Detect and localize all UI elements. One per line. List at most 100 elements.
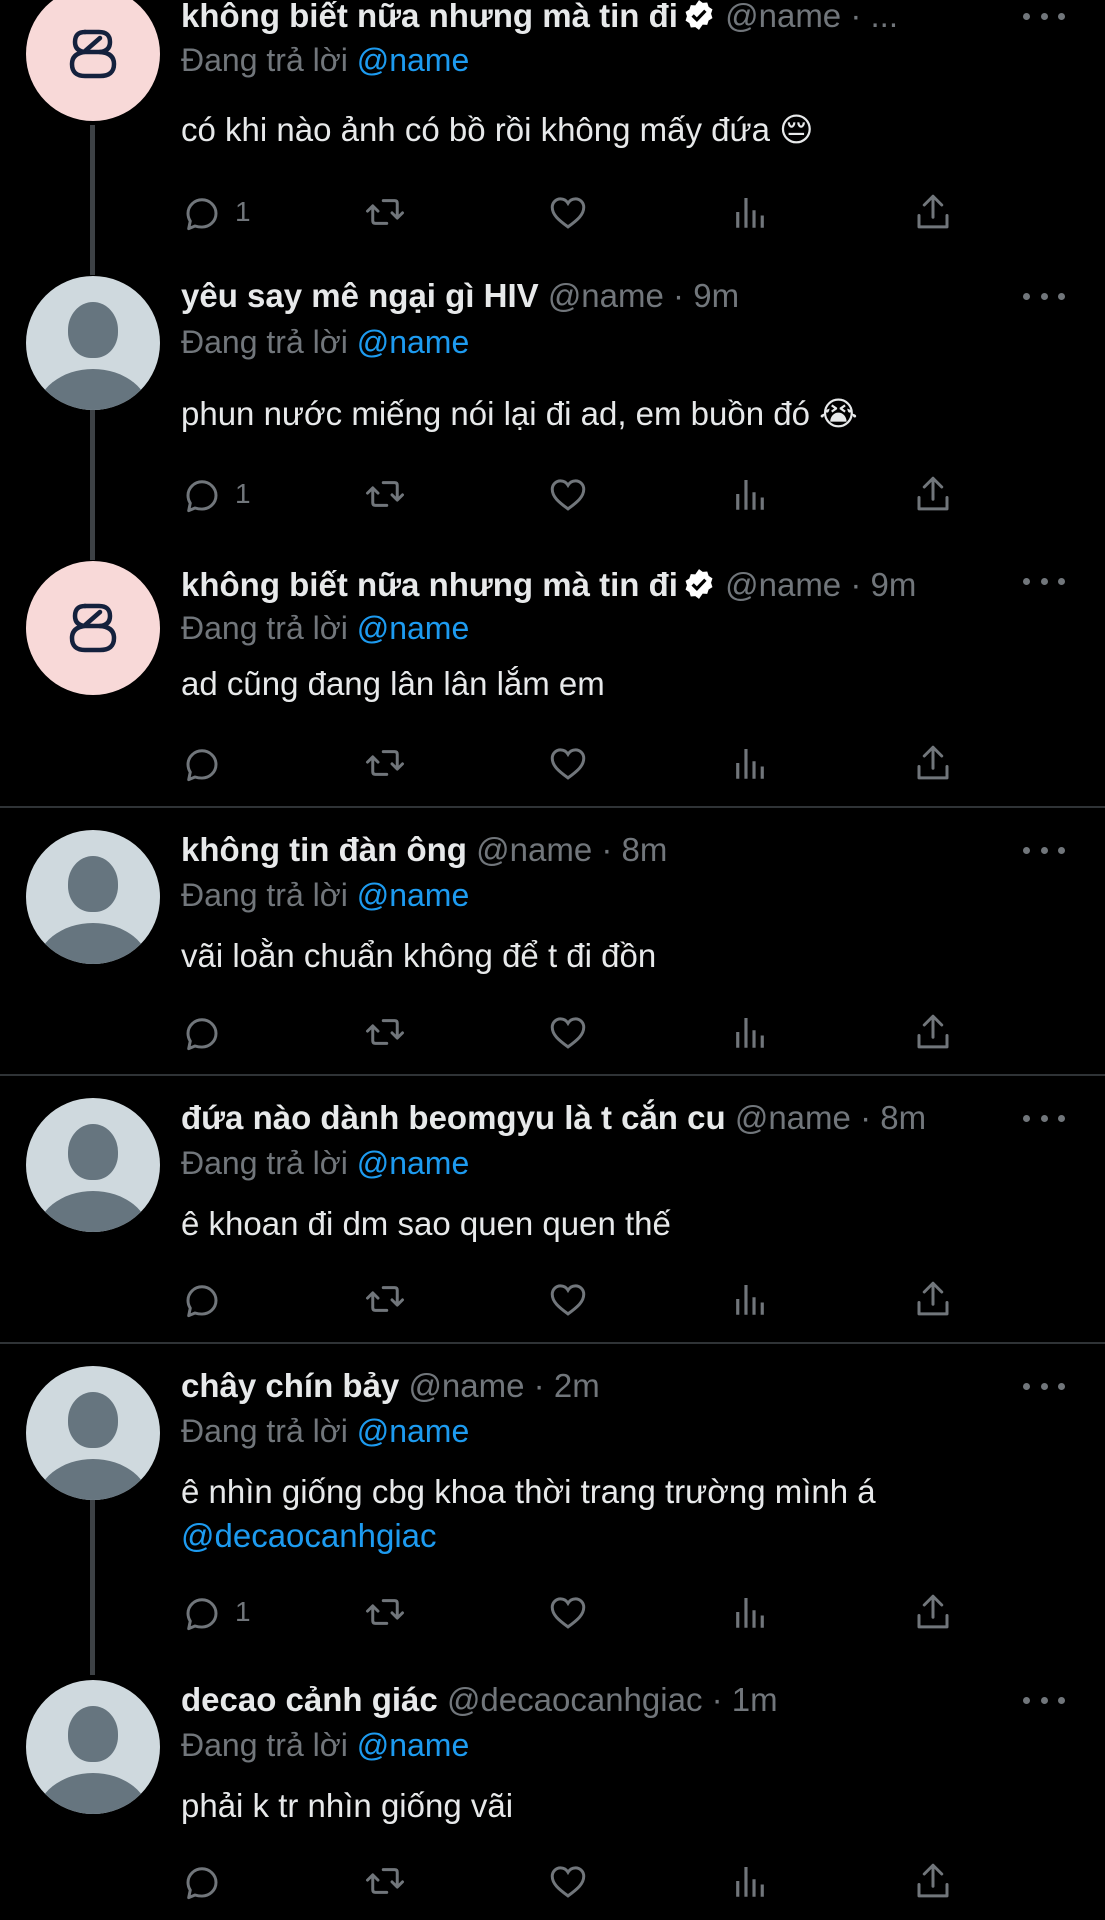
views-button[interactable]: [729, 187, 771, 237]
retweet-button[interactable]: [364, 1274, 406, 1324]
avatar[interactable]: [26, 1366, 160, 1500]
like-button[interactable]: [547, 738, 589, 788]
replying-to-mention[interactable]: @name: [357, 610, 470, 646]
heart-icon: [550, 1866, 586, 1898]
text-mention-link[interactable]: @decaocanhgiac: [181, 1517, 437, 1554]
views-button[interactable]: [729, 738, 771, 788]
reply-button[interactable]: [181, 738, 235, 788]
tweet-header: decao cảnh giác @decaocanhgiac · 1m: [181, 1680, 1105, 1720]
tweet-text: ad cũng đang lân lân lắm em: [181, 665, 605, 702]
thread-connector: [90, 410, 95, 560]
more-options-icon[interactable]: [1023, 0, 1065, 36]
avatar[interactable]: [26, 1680, 160, 1814]
share-button[interactable]: [912, 469, 954, 519]
replying-label: Đang trả lời: [181, 324, 348, 360]
avatar[interactable]: [26, 0, 160, 121]
reply-button[interactable]: [181, 1274, 235, 1324]
like-button[interactable]: [547, 1274, 589, 1324]
views-button[interactable]: [729, 1274, 771, 1324]
separator: ·: [850, 566, 862, 603]
more-options-icon[interactable]: [1023, 1366, 1065, 1406]
views-button[interactable]: [729, 1007, 771, 1057]
reply-button[interactable]: [181, 1007, 235, 1057]
reply-icon: [186, 1867, 218, 1900]
share-icon: [917, 1863, 949, 1898]
display-name[interactable]: không biết nữa nhưng mà tin đi: [181, 0, 678, 34]
timestamp[interactable]: 8m: [880, 1099, 926, 1136]
retweet-button[interactable]: [364, 1856, 406, 1906]
display-name[interactable]: không biết nữa nhưng mà tin đi: [181, 566, 678, 603]
action-bar: [181, 1856, 981, 1906]
separator: ·: [711, 1681, 723, 1718]
tweet-text: có khi nào ảnh có bồ rồi không mấy đứa 😔: [181, 111, 814, 148]
like-button[interactable]: [547, 469, 589, 519]
retweet-button[interactable]: [364, 738, 406, 788]
retweet-button[interactable]: [364, 469, 406, 519]
reply-button[interactable]: 1: [181, 187, 251, 237]
handle[interactable]: @name: [408, 1367, 524, 1404]
timestamp[interactable]: 9m: [693, 277, 739, 314]
share-button[interactable]: [912, 1274, 954, 1324]
like-button[interactable]: [547, 1856, 589, 1906]
timestamp[interactable]: 1m: [732, 1681, 778, 1718]
handle[interactable]: @name: [735, 1099, 851, 1136]
like-button[interactable]: [547, 1007, 589, 1057]
more-options-icon[interactable]: [1023, 1680, 1065, 1720]
timestamp[interactable]: ...: [871, 0, 899, 34]
share-icon: [917, 1281, 949, 1316]
timestamp[interactable]: 9m: [871, 566, 917, 603]
avatar[interactable]: [26, 1098, 160, 1232]
views-button[interactable]: [729, 469, 771, 519]
handle[interactable]: @name: [725, 0, 841, 34]
share-button[interactable]: [912, 1007, 954, 1057]
views-button[interactable]: [729, 1856, 771, 1906]
display-name[interactable]: yêu say mê ngại gì HIV: [181, 277, 539, 314]
share-button[interactable]: [912, 1587, 954, 1637]
like-button[interactable]: [547, 1587, 589, 1637]
reply-button[interactable]: [181, 1856, 235, 1906]
like-button[interactable]: [547, 187, 589, 237]
timestamp[interactable]: 8m: [622, 831, 668, 868]
reply-button[interactable]: 1: [181, 1587, 251, 1637]
views-button[interactable]: [729, 1587, 771, 1637]
handle[interactable]: @name: [548, 277, 664, 314]
more-options-icon[interactable]: [1023, 561, 1065, 601]
handle[interactable]: @name: [725, 566, 841, 603]
avatar[interactable]: [26, 276, 160, 410]
retweet-button[interactable]: [364, 187, 406, 237]
replying-to-mention[interactable]: @name: [357, 1413, 470, 1449]
more-options-icon[interactable]: [1023, 830, 1065, 870]
handle[interactable]: @decaocanhgiac: [447, 1681, 703, 1718]
brand-logo-icon: [69, 29, 117, 79]
replying-to-mention[interactable]: @name: [357, 42, 470, 78]
handle[interactable]: @name: [476, 831, 592, 868]
tweet-text-body: ê nhìn giống cbg khoa thời trang trường …: [181, 1473, 876, 1510]
reply-thread-feed: không biết nữa nhưng mà tin đi @name · .…: [0, 0, 1105, 1920]
share-button[interactable]: [912, 1856, 954, 1906]
replying-to-mention[interactable]: @name: [357, 1727, 470, 1763]
avatar[interactable]: [26, 830, 160, 964]
retweet-button[interactable]: [364, 1587, 406, 1637]
action-bar: [181, 1274, 981, 1324]
reply-icon: [186, 749, 218, 782]
share-button[interactable]: [912, 738, 954, 788]
action-bar: [181, 1007, 981, 1057]
more-options-icon[interactable]: [1023, 276, 1065, 316]
more-options-icon[interactable]: [1023, 1098, 1065, 1138]
share-button[interactable]: [912, 187, 954, 237]
retweet-button[interactable]: [364, 1007, 406, 1057]
replying-to-mention[interactable]: @name: [357, 324, 470, 360]
replying-to-mention[interactable]: @name: [357, 877, 470, 913]
replying-to-mention[interactable]: @name: [357, 1145, 470, 1181]
display-name[interactable]: decao cảnh giác: [181, 1681, 438, 1718]
timestamp[interactable]: 2m: [554, 1367, 600, 1404]
analytics-icon: [736, 1285, 764, 1315]
avatar[interactable]: [26, 561, 160, 695]
display-name[interactable]: đứa nào dành beomgyu là t cắn cu: [181, 1099, 726, 1136]
separator: ·: [601, 831, 613, 868]
reply-button[interactable]: 1: [181, 469, 251, 519]
replying-to: Đang trả lời @name: [181, 608, 469, 648]
display-name[interactable]: chây chín bảy: [181, 1367, 399, 1404]
reply-count: 1: [235, 478, 251, 509]
display-name[interactable]: không tin đàn ông: [181, 831, 467, 868]
